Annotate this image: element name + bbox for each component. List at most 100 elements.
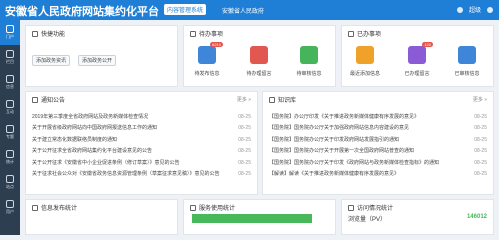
list-item-text: 【国务院】国务院办公厅关于印发《政府网站与政务新媒体检查指标》的通知 <box>269 159 440 166</box>
visit-stats-title: 访问情况统计 <box>348 203 393 212</box>
pending-publish-label[interactable]: 待发布信息 <box>187 70 227 77</box>
notification-icon[interactable] <box>456 6 463 13</box>
list-item-date: 08-25 <box>474 148 487 155</box>
todo-panel: 待办事项 6210 待发布信息 待办理留言 待审核信息 <box>183 25 336 87</box>
knowledge-title: 知识库 <box>269 95 296 104</box>
done-title-text: 已办事项 <box>357 32 382 38</box>
list-item-date: 08-25 <box>474 114 487 120</box>
sidebar-item-topics[interactable]: 专题 <box>0 120 20 145</box>
handled-message-icon[interactable]: 120 <box>408 42 433 64</box>
list-item[interactable]: 关于征求社会公众对《安徽省政务信息资源管理条例（草案征求意见稿）》意见的公告 08… <box>32 169 251 180</box>
list-item[interactable]: 【国务院】国务院办公厅关于加强政府网站信息内容建设的意见 08-25 <box>269 123 487 134</box>
list-item-date: 08-25 <box>238 136 251 143</box>
pv-row: 浏览量（PV） 146012 <box>348 214 487 223</box>
done-title: 已办事项 <box>348 29 381 38</box>
document-icon <box>6 75 14 83</box>
pending-publish-count: 6210 <box>210 42 223 47</box>
publish-stats-title: 信息发布统计 <box>32 203 77 212</box>
list-item[interactable]: 关于建立常态化数据联络员制度的通知 08-25 <box>32 135 251 146</box>
grid-icon <box>6 50 14 58</box>
notice-list: 2019年第三季度全省政府网站及政务新媒体检查情况 08-25 关于开展省级政府网… <box>32 112 251 180</box>
notice-more-link[interactable]: 更多 » <box>237 96 251 103</box>
pv-value: 146012 <box>466 214 487 220</box>
home-icon <box>6 25 14 33</box>
sidebar: 门户 栏目 信息 互动 专题 统计 站点 用户 <box>0 20 20 235</box>
knowledge-panel: 知识库 更多 » 【国务院】办公厅印发《关于推进政务新媒体健康有序发展的意见》 0… <box>262 91 494 195</box>
add-news-button[interactable]: 添加政务资讯 <box>32 55 71 66</box>
sidebar-item-users[interactable]: 用户 <box>0 195 20 220</box>
location-selector[interactable]: 安徽省人民政府 <box>222 6 264 15</box>
list-item[interactable]: 【国务院】国务院办公厅关于开展第一次全国政府网站普查的通知 08-25 <box>269 146 487 157</box>
list-item-date: 08-25 <box>474 170 487 177</box>
pv-label: 浏览量（PV） <box>348 217 387 223</box>
book-icon <box>269 96 275 103</box>
visit-stats-title-text: 访问情况统计 <box>357 206 394 212</box>
done-panel: 已办事项 最近添加信息 120 已办理留言 已审核信息 <box>341 25 494 87</box>
publish-stats-title-text: 信息发布统计 <box>41 206 78 212</box>
site-icon <box>6 175 14 183</box>
service-stats-title-text: 服务使用统计 <box>199 206 236 212</box>
list-item-text: 【国务院】国务院办公厅关于开展第一次全国政府网站普查的通知 <box>269 148 415 155</box>
list-item-text: 关于开展省级政府网站向中国政府网报送信息工作的通知 <box>32 125 158 132</box>
list-item-text: 2019年第三季度全省政府网站及政务新媒体检查情况 <box>32 114 149 120</box>
list-item[interactable]: 【国务院】国务院办公厅关于印发政府网站发展指引的通知 08-25 <box>269 135 487 146</box>
handled-message-label[interactable]: 已办理留言 <box>397 70 437 77</box>
list-item-date: 08-25 <box>238 159 251 166</box>
system-badge[interactable]: 内容管理系统 <box>164 4 207 15</box>
add-public-button[interactable]: 添加政务公开 <box>78 55 117 66</box>
sidebar-item-info[interactable]: 信息 <box>0 70 20 95</box>
recent-added-icon[interactable] <box>356 46 374 64</box>
list-item-text: 【国务院】办公厅印发《关于推进政务新媒体健康有序发展的意见》 <box>269 114 420 120</box>
recent-added-label[interactable]: 最近添加信息 <box>345 70 385 77</box>
pending-review-icon[interactable] <box>300 46 318 64</box>
sidebar-item-stats[interactable]: 统计 <box>0 145 20 170</box>
list-item-date: 08-25 <box>238 170 251 177</box>
list-item[interactable]: 关于公开征求《安徽省中小企业促进条例（修订草案）》意见的公告 08-25 <box>32 158 251 169</box>
sidebar-item-interaction[interactable]: 互动 <box>0 95 20 120</box>
pending-review-label[interactable]: 待审核信息 <box>289 70 329 77</box>
header-right: 超级 <box>456 5 493 14</box>
pending-message-label[interactable]: 待办理留言 <box>239 70 279 77</box>
notice-icon <box>32 96 38 103</box>
quick-title: 快捷功能 <box>32 29 65 38</box>
platform-title: 安徽省人民政府网站集约化平台 <box>5 6 159 18</box>
list-item[interactable]: 【解读】解读《关于推进政务新媒体健康有序发展的意见》 08-25 <box>269 169 487 180</box>
list-item-text: 【国务院】国务院办公厅关于印发政府网站发展指引的通知 <box>269 136 400 143</box>
notice-panel: 通知公告 更多 » 2019年第三季度全省政府网站及政务新媒体检查情况 08-25… <box>25 91 258 195</box>
pending-message-icon[interactable] <box>250 46 268 64</box>
list-icon <box>190 30 196 37</box>
list-item[interactable]: 关于公开征求全省政府网站集约化平台建设意见的公告 08-25 <box>32 146 251 157</box>
list-item-text: 关于公开征求全省政府网站集约化平台建设意见的公告 <box>32 148 153 155</box>
location-label: 安徽省人民政府 <box>222 9 265 15</box>
reviewed-info-label[interactable]: 已审核信息 <box>447 70 487 77</box>
knowledge-more-link[interactable]: 更多 » <box>473 96 487 103</box>
bar-chart-icon <box>32 204 38 211</box>
list-item-date: 08-25 <box>474 125 487 132</box>
service-stats-title: 服务使用统计 <box>190 203 235 212</box>
list-item-text: 关于公开征求《安徽省中小企业促进条例（修订草案）》意见的公告 <box>32 159 180 166</box>
settings-icon[interactable] <box>487 6 493 13</box>
todo-title-text: 待办事项 <box>199 32 224 38</box>
sidebar-item-sites[interactable]: 站点 <box>0 170 20 195</box>
user-name[interactable]: 超级 <box>469 5 481 14</box>
sidebar-item-label: 互动 <box>6 109 14 114</box>
list-item[interactable]: 【国务院】国务院办公厅关于印发《政府网站与政务新媒体检查指标》的通知 08-25 <box>269 158 487 169</box>
list-item-text: 关于建立常态化数据联络员制度的通知 <box>32 136 118 143</box>
list-item[interactable]: 2019年第三季度全省政府网站及政务新媒体检查情况 08-25 <box>32 112 251 123</box>
reviewed-info-icon[interactable] <box>458 46 476 64</box>
list-item[interactable]: 【国务院】办公厅印发《关于推进政务新媒体健康有序发展的意见》 08-25 <box>269 112 487 123</box>
list-item-date: 08-25 <box>474 136 487 143</box>
notice-title-text: 通知公告 <box>41 98 66 104</box>
sidebar-item-label: 栏目 <box>6 59 14 64</box>
list-item[interactable]: 关于开展省级政府网站向中国政府网报送信息工作的通知 08-25 <box>32 123 251 134</box>
sidebar-item-label: 统计 <box>6 159 14 164</box>
sidebar-item-label: 信息 <box>6 84 14 89</box>
eye-icon <box>348 204 354 211</box>
sidebar-item-label: 专题 <box>6 134 14 139</box>
pending-publish-icon[interactable]: 6210 <box>198 42 223 64</box>
list-item-date: 08-25 <box>474 159 487 166</box>
list-item-text: 【国务院】国务院办公厅关于加强政府网站信息内容建设的意见 <box>269 125 410 132</box>
sidebar-item-portal[interactable]: 门户 <box>0 20 20 45</box>
sidebar-item-columns[interactable]: 栏目 <box>0 45 20 70</box>
list-item-date: 08-25 <box>238 114 251 120</box>
